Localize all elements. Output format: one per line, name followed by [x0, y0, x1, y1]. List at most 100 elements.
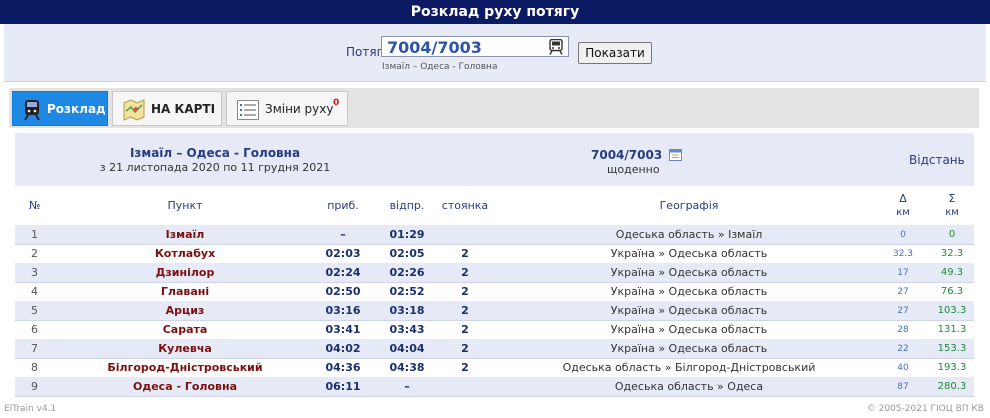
- stop-name[interactable]: Одеса - Головна: [85, 380, 285, 393]
- map-icon: [123, 99, 145, 121]
- col-delta-unit: км: [896, 207, 910, 218]
- segment-distance: 28: [897, 325, 909, 335]
- stop-geography: Україна » Одеська область: [610, 266, 768, 279]
- total-distance: 0: [948, 229, 956, 240]
- total-distance: 32.3: [940, 248, 964, 259]
- validity-dates: з 21 листопада 2020 по 11 грудня 2021: [99, 161, 331, 174]
- stop-number: 7: [31, 342, 38, 355]
- col-departure: відпр.: [389, 199, 425, 212]
- train-search-bar: Потяг 7004/7003 Ізмаїл – Одеса - Головна…: [4, 24, 986, 82]
- app-version: ElTrain v4.1: [4, 404, 57, 414]
- arrival-time: 04:36: [325, 361, 361, 374]
- total-distance: 193.3: [937, 362, 967, 373]
- total-distance: 153.3: [937, 343, 967, 354]
- total-distance: 131.3: [937, 324, 967, 335]
- stop-geography: Одеська область » Ізмаїл: [615, 228, 763, 241]
- train-info-header: Ізмаїл – Одеса - Головна з 21 листопада …: [15, 133, 974, 186]
- departure-time: 04:38: [389, 361, 425, 374]
- segment-distance: 40: [897, 363, 909, 373]
- tab-map-label: НА КАРТІ: [151, 102, 216, 116]
- stop-number: 1: [31, 228, 38, 241]
- tab-changes[interactable]: Зміни руху 0: [226, 91, 348, 126]
- table-row: 9 Одеса - Головна 06:11 – Одеська область » …: [15, 377, 974, 397]
- stop-geography: Україна » Одеська область: [610, 285, 768, 298]
- col-sum: Σ: [948, 192, 956, 205]
- table-header-row: № Пункт приб. відпр. стоянка Географія Δ…: [15, 192, 974, 224]
- tab-map[interactable]: НА КАРТІ: [112, 91, 222, 126]
- table-row: 7 Кулевча 04:02 04:04 2 Україна » Одеська обл…: [15, 339, 974, 359]
- segment-distance: 17: [897, 268, 909, 278]
- stop-geography: Одеська область » Білгород-Дністровський: [562, 361, 816, 374]
- segment-distance: 87: [897, 382, 909, 392]
- departure-time: 02:26: [389, 266, 425, 279]
- col-stop: стоянка: [441, 199, 489, 212]
- stop-number: 5: [31, 304, 38, 317]
- tab-schedule-label: Розклад: [47, 102, 106, 116]
- tab-bar: Розклад НА КАРТІ Зміни руху 0: [9, 88, 979, 128]
- show-button[interactable]: Показати: [578, 42, 652, 64]
- stop-geography: Одеська область » Одеса: [614, 380, 764, 393]
- table-row: 6 Сарата 03:41 03:43 2 Україна » Одеська обла…: [15, 320, 974, 340]
- departure-time: 03:18: [389, 304, 425, 317]
- table-row: 2 Котлабух 02:03 02:05 2 Україна » Одеська об…: [15, 244, 974, 264]
- stop-duration: 2: [461, 247, 469, 260]
- departure-time: 04:04: [389, 342, 425, 355]
- train-frequency: щоденно: [607, 163, 660, 176]
- total-distance: 103.3: [937, 305, 967, 316]
- arrival-time: 02:24: [325, 266, 361, 279]
- stop-duration: 2: [461, 361, 469, 374]
- segment-distance: 27: [897, 287, 909, 297]
- segment-distance: 22: [897, 344, 909, 354]
- list-icon: [237, 100, 259, 120]
- col-geography: Географія: [659, 199, 719, 212]
- distance-title: Відстань: [909, 153, 965, 167]
- train-number-value: 7004/7003: [387, 38, 482, 57]
- table-row: 1 Ізмаїл – 01:29 Одеська область » Ізмаїл 0 0: [15, 225, 974, 245]
- col-num: №: [29, 199, 41, 212]
- train-label: Потяг: [346, 45, 383, 59]
- page-title: Розклад руху потягу: [0, 0, 990, 24]
- stop-number: 4: [31, 285, 38, 298]
- train-icon: [24, 100, 40, 121]
- train-icon[interactable]: [547, 39, 565, 55]
- copyright: © 2005-2021 ГІОЦ ВП КВ: [866, 404, 984, 414]
- arrival-time: 02:03: [325, 247, 361, 260]
- arrival-time: 06:11: [325, 380, 361, 393]
- total-distance: 49.3: [940, 267, 964, 278]
- table-row: 3 Дзинілор 02:24 02:26 2 Україна » Одеська об…: [15, 263, 974, 283]
- tab-schedule[interactable]: Розклад: [12, 91, 108, 126]
- train-number: 7004/7003: [591, 148, 683, 162]
- stop-geography: Україна » Одеська область: [610, 247, 768, 260]
- stop-name[interactable]: Арциз: [85, 304, 285, 317]
- stop-geography: Україна » Одеська область: [610, 304, 768, 317]
- route-title: Ізмаїл – Одеса - Головна: [129, 146, 301, 160]
- departure-time: 02:52: [389, 285, 425, 298]
- col-arrival: приб.: [327, 199, 359, 212]
- arrival-time: 04:02: [325, 342, 361, 355]
- tab-changes-label: Зміни руху: [265, 102, 334, 116]
- col-name: Пункт: [167, 199, 203, 212]
- calendar-icon[interactable]: [669, 148, 683, 161]
- arrival-time: –: [340, 228, 346, 241]
- stop-number: 6: [31, 323, 38, 336]
- table-row: 4 Главані 02:50 02:52 2 Україна » Одеська обл…: [15, 282, 974, 302]
- train-number-input[interactable]: 7004/7003: [381, 36, 569, 57]
- stop-name[interactable]: Сарата: [85, 323, 285, 336]
- stop-duration: 2: [461, 323, 469, 336]
- segment-distance: 32.3: [892, 249, 914, 259]
- stop-name[interactable]: Кулевча: [85, 342, 285, 355]
- total-distance: 280.3: [937, 381, 967, 392]
- arrival-time: 03:41: [325, 323, 361, 336]
- stop-name[interactable]: Білгород-Дністровський: [85, 361, 285, 374]
- table-row: 8 Білгород-Дністровський 04:36 04:38 2 Одеськ…: [15, 358, 974, 378]
- stop-name[interactable]: Дзинілор: [85, 266, 285, 279]
- departure-time: 01:29: [389, 228, 425, 241]
- stop-name[interactable]: Котлабух: [85, 247, 285, 260]
- changes-count-badge: 0: [333, 98, 340, 108]
- departure-time: 02:05: [389, 247, 425, 260]
- arrival-time: 02:50: [325, 285, 361, 298]
- stop-name[interactable]: Ізмаїл: [85, 228, 285, 241]
- stop-geography: Україна » Одеська область: [610, 342, 768, 355]
- stop-name[interactable]: Главані: [85, 285, 285, 298]
- segment-distance: 0: [900, 230, 906, 240]
